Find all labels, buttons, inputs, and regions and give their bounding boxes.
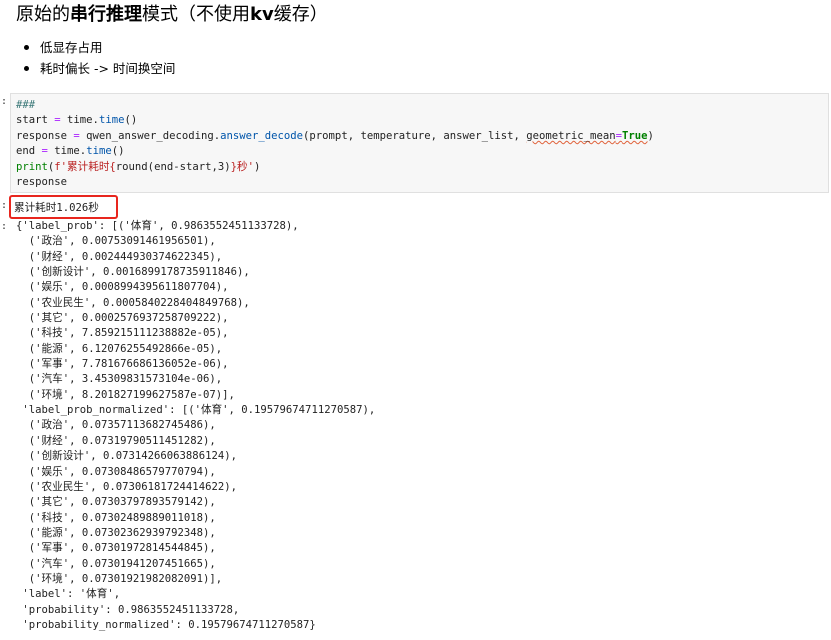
result-line: 'label': '体育', xyxy=(22,588,121,601)
result-line: ('政治', 0.07357113682745486), xyxy=(28,419,216,432)
heading-bold-text: 串行推理 xyxy=(70,4,142,25)
bullet-text: 耗时偏长 -> 时间换空间 xyxy=(40,61,176,76)
result-line: ('农业民生', 0.0005840228404849768), xyxy=(28,296,250,309)
heading-kv-text: kv xyxy=(250,4,274,25)
heading-prefix: 原始的 xyxy=(16,4,70,25)
code-string: f'累计耗时{ xyxy=(54,160,116,173)
bullet-dot-icon xyxy=(24,45,29,50)
result-line: ('政治', 0.00753091461956501), xyxy=(28,235,216,248)
result-line: ('环境', 8.201827199627587e-07)], xyxy=(28,388,235,401)
code-token: () xyxy=(124,114,138,127)
result-line: 'probability': 0.9863552451133728, xyxy=(22,603,240,616)
stdout-prompt: : xyxy=(1,200,8,211)
markdown-heading: 原始的串行推理模式（不使用kv缓存） xyxy=(16,4,328,26)
code-token: round(end-start,3) xyxy=(115,160,231,173)
code-function: answer_decode xyxy=(220,129,304,142)
result-line: 'probability_normalized': 0.195796747112… xyxy=(16,618,316,631)
code-token: time. xyxy=(60,114,99,127)
result-line: ('军事', 0.07301972814544845), xyxy=(28,542,216,555)
timing-output: 累计耗时1.026秒 xyxy=(14,202,99,214)
result-line: ('科技', 0.07302489889011018), xyxy=(28,511,216,524)
code-token: ) xyxy=(647,129,654,142)
code-token: () xyxy=(111,145,125,158)
code-cell-prompt: : xyxy=(1,96,8,107)
result-line: ('能源', 0.07302362939792348), xyxy=(28,526,216,539)
heading-tail: 缓存） xyxy=(273,4,328,25)
code-token: response xyxy=(16,176,68,189)
result-line: ('财经', 0.002444930374622345), xyxy=(28,250,223,263)
result-line: ('汽车', 0.07301941207451665), xyxy=(28,557,216,570)
result-line: ('创新设计', 0.0016899178735911846), xyxy=(28,266,250,279)
result-line: ('汽车', 3.45309831573104e-06), xyxy=(28,373,223,386)
heading-suffix: 模式（不使用 xyxy=(142,4,250,25)
code-function: time xyxy=(86,145,112,158)
result-line: ('其它', 0.0002576937258709222), xyxy=(28,312,229,325)
result-line: ('能源', 6.12076255492866e-05), xyxy=(28,342,223,355)
result-line: ('娱乐', 0.0008994395611807704), xyxy=(28,281,229,294)
code-cell-editor[interactable]: ### start = time.time() response = qwen_… xyxy=(10,93,829,193)
result-line: ('环境', 0.07301921982082091)], xyxy=(28,572,223,585)
markdown-bullet-list: 低显存占用 耗时偏长 -> 时间换空间 xyxy=(24,37,175,79)
result-output: {'label_prob': [('体育', 0.986355245113372… xyxy=(16,219,375,633)
result-line: {'label_prob': [('体育', 0.986355245113372… xyxy=(16,220,299,232)
code-text[interactable]: ### start = time.time() response = qwen_… xyxy=(16,98,654,190)
code-keyword-argument: geometric_mean xyxy=(526,129,616,142)
result-line: ('创新设计', 0.07314266063886124), xyxy=(28,450,237,463)
result-line: ('财经', 0.07319790511451282), xyxy=(28,434,216,447)
code-token: qwen_answer_decoding. xyxy=(79,129,221,142)
bullet-dot-icon xyxy=(24,66,29,71)
code-token: response xyxy=(16,129,74,142)
code-comment: ### xyxy=(16,99,36,111)
code-token: time. xyxy=(47,145,87,158)
result-line: ('农业民生', 0.07306181724414622), xyxy=(28,480,237,493)
bullet-text: 低显存占用 xyxy=(40,40,103,55)
result-line: ('其它', 0.07303797893579142), xyxy=(28,496,216,509)
code-token: start xyxy=(16,114,55,127)
code-builtin: print xyxy=(16,160,48,173)
code-token: (prompt, temperature, answer_list, xyxy=(303,129,527,142)
bullet-item: 耗时偏长 -> 时间换空间 xyxy=(24,58,175,79)
code-token: ) xyxy=(253,160,261,173)
result-prompt: : xyxy=(1,221,8,232)
code-function: time xyxy=(98,114,125,127)
result-line: 'label_prob_normalized': [('体育', 0.19579… xyxy=(22,404,376,417)
code-keyword: True xyxy=(621,129,648,142)
code-token: end xyxy=(16,145,42,158)
result-line: ('军事', 7.781676686136052e-06), xyxy=(28,358,229,371)
result-line: ('科技', 7.859215111238882e-05), xyxy=(28,327,229,340)
code-string: }秒' xyxy=(230,160,254,173)
result-line: ('娱乐', 0.07308486579770794), xyxy=(28,465,216,478)
bullet-item: 低显存占用 xyxy=(24,37,175,58)
